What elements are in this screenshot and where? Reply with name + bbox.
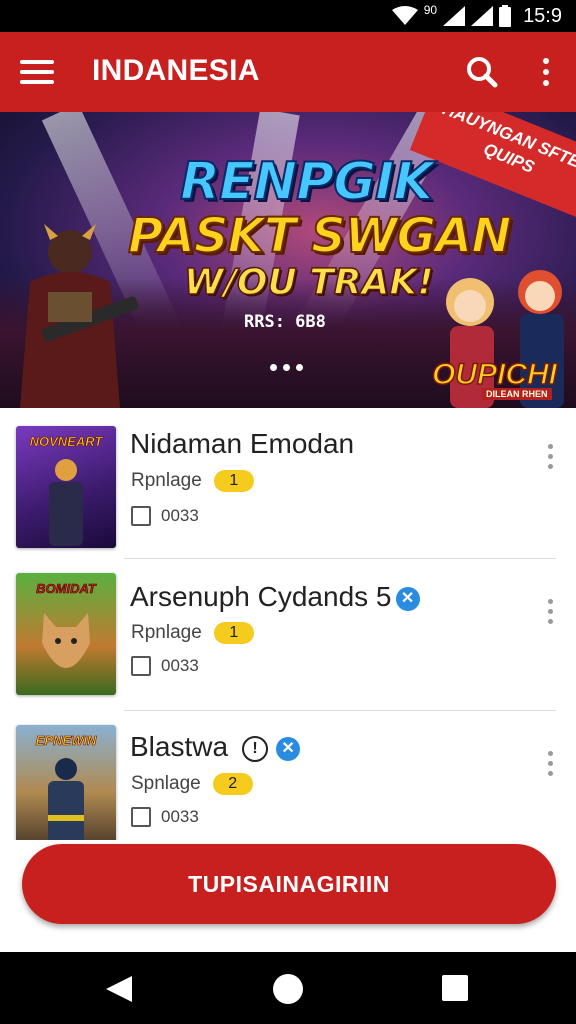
banner-logo: OUPICHI: [431, 357, 558, 392]
list-item[interactable]: NOVNEART Nidaman Emodan Rpnlage 1 0033: [0, 408, 576, 558]
clock: 15:9: [523, 4, 562, 27]
game-meta: Rpnlage 1: [131, 470, 254, 492]
carousel-indicator[interactable]: [270, 364, 303, 371]
list-item[interactable]: BOMIDAT Arsenuph Cydands 5 ✕ Rpnlage 1 00…: [0, 559, 576, 709]
app-bar: INDANESIA: [0, 32, 576, 112]
game-category: Spnlage: [131, 773, 201, 794]
network-type-label: 90: [423, 3, 438, 17]
banner-title-line3: W/OU TRAK!: [183, 261, 434, 304]
game-meta: Rpnlage 1: [131, 622, 254, 644]
promo-ribbon: HAUYNGAN SFTER QUIPS: [409, 112, 576, 222]
status-bar: 90 15:9: [0, 0, 576, 32]
game-check-row: 0033: [131, 807, 199, 827]
thumbnail-caption: EPNEWIN: [35, 733, 97, 749]
item-more-icon[interactable]: [540, 591, 560, 631]
primary-action-button[interactable]: TUPISAINAGIRIIN: [22, 844, 556, 924]
menu-icon[interactable]: [20, 52, 60, 92]
system-nav-bar: [0, 952, 576, 1024]
item-more-icon[interactable]: [540, 743, 560, 783]
banner-logo-subtitle: DILEAN RHEN: [482, 388, 552, 400]
item-more-icon[interactable]: [540, 436, 560, 476]
app-title: INDANESIA: [92, 54, 260, 87]
thumbnail-caption: BOMIDAT: [36, 581, 96, 597]
rank-badge: 1: [213, 622, 254, 644]
game-category: Rpnlage: [131, 622, 202, 643]
wifi-icon: [391, 6, 418, 25]
game-thumbnail: NOVNEART: [16, 426, 116, 548]
select-checkbox[interactable]: [131, 506, 151, 526]
home-icon[interactable]: [273, 974, 303, 1004]
info-icon[interactable]: !: [242, 735, 269, 762]
rank-badge: 2: [212, 773, 253, 795]
select-checkbox[interactable]: [131, 656, 151, 676]
battery-icon: [499, 5, 512, 27]
banner-price: RRS: 6B8: [244, 312, 326, 332]
thumbnail-caption: NOVNEART: [29, 434, 103, 450]
game-thumbnail: EPNEWIN: [16, 725, 116, 840]
back-icon[interactable]: [104, 974, 134, 1004]
recents-icon[interactable]: [442, 975, 468, 1001]
list-item[interactable]: EPNEWIN Blastwa! ✕ Spnlage 2 0033: [0, 711, 576, 840]
game-title: Nidaman Emodan: [130, 428, 355, 459]
game-check-row: 0033: [131, 656, 199, 676]
signal-icon-2: [471, 6, 494, 26]
game-check-row: 0033: [131, 506, 199, 526]
more-vert-icon[interactable]: [526, 50, 566, 94]
verified-icon: ✕: [276, 736, 301, 761]
select-checkbox[interactable]: [131, 807, 151, 827]
game-meta: Spnlage 2: [131, 773, 253, 795]
search-icon[interactable]: [460, 50, 504, 94]
banner-title-line2: PASKT SWGAN: [127, 207, 512, 265]
game-category: Rpnlage: [131, 470, 202, 491]
signal-icon: [443, 6, 466, 26]
verified-icon: ✕: [395, 586, 420, 611]
game-title: Blastwa! ✕: [130, 731, 301, 763]
game-title: Arsenuph Cydands 5 ✕: [130, 581, 420, 613]
game-code: 0033: [161, 807, 199, 826]
promo-banner[interactable]: HAUYNGAN SFTER QUIPS RENPGIK PASKT SWGAN…: [0, 112, 576, 408]
game-thumbnail: BOMIDAT: [16, 573, 116, 695]
game-code: 0033: [161, 506, 199, 525]
game-list: NOVNEART Nidaman Emodan Rpnlage 1 0033 B…: [0, 408, 576, 840]
rank-badge: 1: [213, 470, 254, 492]
game-code: 0033: [161, 656, 199, 675]
banner-title-line1: RENPGIK: [179, 151, 435, 213]
